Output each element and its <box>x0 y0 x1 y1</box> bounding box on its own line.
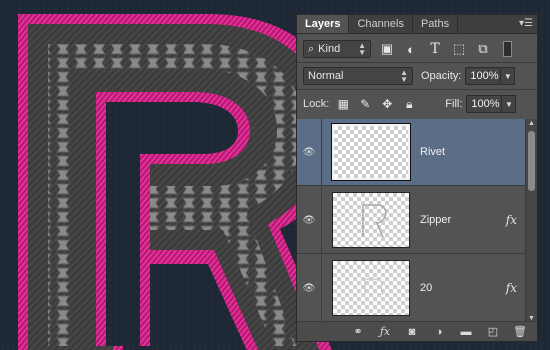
panel-tab-bar: Layers Channels Paths ▾☰ <box>297 15 537 34</box>
smart-object-filter-icon[interactable]: ⧉ <box>475 41 491 57</box>
adjustment-filter-icon[interactable]: ◐ <box>403 41 419 57</box>
layers-panel: Layers Channels Paths ▾☰ ⌕ Kind ▲ ▼ ▣ ◐ T… <box>296 14 538 342</box>
layer-effects-icon[interactable]: fx <box>506 213 517 227</box>
layer-name[interactable]: Rivet <box>420 146 525 158</box>
r-thumb-icon <box>364 278 384 296</box>
layer-name[interactable]: 20 <box>420 282 506 294</box>
lock-image-pixels-icon[interactable]: ✎ <box>357 96 373 112</box>
type-filter-icon[interactable]: T <box>427 41 443 57</box>
lock-all-icon[interactable]: 🔒︎ <box>401 96 417 112</box>
layer-row-20[interactable]: 👁︎ 20 fx <box>297 254 525 322</box>
layer-row-rivet[interactable]: 👁︎ Rivet <box>297 119 525 186</box>
new-layer-icon[interactable]: ◰ <box>484 325 502 339</box>
tab-layers[interactable]: Layers <box>297 15 350 33</box>
select-arrows-icon: ▲ ▼ <box>358 41 366 57</box>
lock-position-icon[interactable]: ✥ <box>379 96 395 112</box>
add-layer-style-icon[interactable]: ƒx <box>376 325 394 339</box>
layer-thumbnail <box>332 260 410 316</box>
tab-channels[interactable]: Channels <box>349 15 413 33</box>
layer-thumbnail <box>331 123 411 181</box>
divider <box>297 62 537 63</box>
fill-input[interactable]: 100% <box>466 95 503 113</box>
divider <box>297 89 537 90</box>
layer-filter-row: ⌕ Kind ▲ ▼ ▣ ◐ T ⬚ ⧉ <box>297 36 537 62</box>
visibility-eye-icon[interactable]: 👁︎ <box>297 186 322 254</box>
layer-name[interactable]: Zipper <box>420 214 506 226</box>
select-arrows-icon: ▲ ▼ <box>400 68 408 84</box>
opacity-input[interactable]: 100% <box>465 67 502 85</box>
fill-label: Fill: <box>445 98 463 110</box>
visibility-eye-icon[interactable]: 👁︎ <box>297 119 322 186</box>
pixel-filter-icon[interactable]: ▣ <box>379 41 395 57</box>
new-group-icon[interactable]: ▬ <box>457 325 475 339</box>
filter-kind-label: Kind <box>318 43 341 55</box>
scroll-up-icon[interactable]: ▲ <box>526 119 537 129</box>
opacity-dropdown-icon[interactable]: ▼ <box>501 67 516 85</box>
layer-row-zipper[interactable]: 👁︎ Zipper fx <box>297 186 525 254</box>
add-mask-icon[interactable]: ◙ <box>403 325 421 339</box>
filter-kind-select[interactable]: ⌕ Kind ▲ ▼ <box>303 40 371 58</box>
blend-mode-value: Normal <box>308 70 344 82</box>
lock-label: Lock: <box>303 98 330 110</box>
link-layers-icon[interactable]: ⚭ <box>349 325 367 339</box>
fill-dropdown-icon[interactable]: ▼ <box>502 95 517 113</box>
search-icon: ⌕ <box>308 42 315 55</box>
blend-row: Normal ▲ ▼ Opacity: 100% ▼ <box>297 64 537 88</box>
layer-thumbnail <box>332 192 410 248</box>
tab-paths[interactable]: Paths <box>413 15 459 33</box>
shape-filter-icon[interactable]: ⬚ <box>451 41 467 57</box>
delete-layer-icon[interactable]: 🗑︎ <box>511 325 529 339</box>
filter-toggle-icon[interactable] <box>499 41 515 57</box>
lock-transparent-pixels-icon[interactable]: ▦ <box>335 96 351 112</box>
layer-effects-icon[interactable]: fx <box>506 281 517 295</box>
blend-mode-select[interactable]: Normal ▲ ▼ <box>303 67 413 85</box>
layers-scrollbar[interactable]: ▲ ▼ <box>525 119 537 324</box>
visibility-eye-icon[interactable]: 👁︎ <box>297 254 322 322</box>
scrollbar-thumb[interactable] <box>528 131 535 191</box>
zipper-r-thumb-icon <box>362 204 387 238</box>
panel-footer: ⚭ ƒx ◙ ◑ ▬ ◰ 🗑︎ <box>297 321 537 341</box>
lock-row: Lock: ▦ ✎ ✥ 🔒︎ Fill: 100% ▼ <box>297 91 537 117</box>
layers-list: 👁︎ Rivet 👁︎ Zipper fx 👁︎ 20 fx <box>297 119 525 324</box>
opacity-label: Opacity: <box>421 70 462 82</box>
panel-menu-icon[interactable]: ▾☰ <box>519 18 533 30</box>
new-adjustment-layer-icon[interactable]: ◑ <box>430 325 448 339</box>
